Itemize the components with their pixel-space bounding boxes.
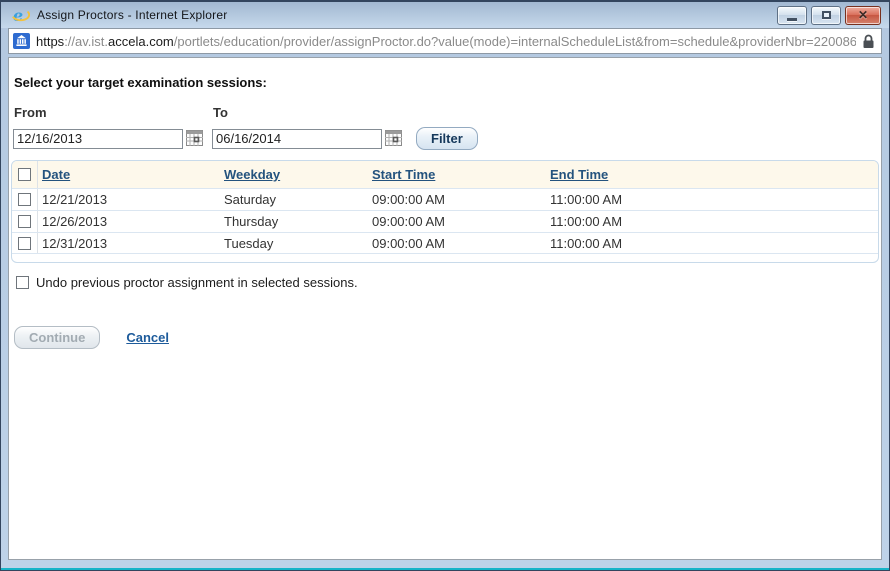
restore-button[interactable] (811, 6, 841, 25)
table-row: 12/26/2013 Thursday 09:00:00 AM 11:00:00… (12, 210, 878, 232)
column-header-start-time[interactable]: Start Time (372, 167, 435, 182)
cell-end-time: 11:00:00 AM (546, 214, 878, 229)
url-scheme: https (36, 34, 64, 49)
column-header-end-time[interactable]: End Time (550, 167, 608, 182)
window-title: Assign Proctors - Internet Explorer (37, 8, 227, 22)
filter-button[interactable]: Filter (416, 127, 478, 150)
browser-popup-window: e Assign Proctors - Internet Explorer ✕ … (0, 0, 890, 571)
to-date-input[interactable] (212, 129, 382, 149)
address-bar-row: https://av.ist.accela.com/portlets/educa… (8, 28, 882, 54)
row-checkbox[interactable] (18, 237, 31, 250)
table-header-row: Date Weekday Start Time End Time (12, 161, 878, 188)
row-checkbox[interactable] (18, 215, 31, 228)
url-subdomain: ://av.ist. (64, 34, 108, 49)
window-bottom-edge (1, 568, 889, 570)
from-date-input[interactable] (13, 129, 183, 149)
action-buttons-row: Continue Cancel (14, 326, 881, 349)
cell-weekday: Saturday (220, 192, 368, 207)
page-content: Select your target examination sessions:… (8, 57, 882, 560)
window-controls: ✕ (777, 6, 883, 25)
cell-start-time: 09:00:00 AM (368, 236, 546, 251)
sessions-table: Date Weekday Start Time End Time 12/21/2… (11, 160, 879, 263)
close-button[interactable]: ✕ (845, 6, 881, 25)
cell-date: 12/26/2013 (38, 214, 220, 229)
accela-site-icon (13, 33, 30, 49)
column-header-weekday[interactable]: Weekday (224, 167, 280, 182)
date-filter-labels: From To (14, 105, 881, 120)
internet-explorer-icon: e (11, 6, 30, 25)
from-calendar-icon[interactable] (186, 130, 203, 147)
minimize-button[interactable] (777, 6, 807, 25)
table-row: 12/21/2013 Saturday 09:00:00 AM 11:00:00… (12, 188, 878, 210)
row-checkbox[interactable] (18, 193, 31, 206)
cell-weekday: Thursday (220, 214, 368, 229)
to-calendar-icon[interactable] (385, 130, 402, 147)
url-path: /portlets/education/provider/assignProct… (174, 34, 856, 49)
restore-icon (822, 11, 831, 19)
cell-date: 12/21/2013 (38, 192, 220, 207)
column-header-date[interactable]: Date (42, 167, 70, 182)
cell-start-time: 09:00:00 AM (368, 192, 546, 207)
to-label: To (213, 105, 228, 120)
title-bar[interactable]: e Assign Proctors - Internet Explorer ✕ (1, 2, 889, 28)
url-domain: accela.com (108, 34, 174, 49)
address-bar[interactable]: https://av.ist.accela.com/portlets/educa… (8, 28, 882, 54)
cell-end-time: 11:00:00 AM (546, 236, 878, 251)
cell-start-time: 09:00:00 AM (368, 214, 546, 229)
page-heading: Select your target examination sessions: (14, 75, 881, 90)
url-text: https://av.ist.accela.com/portlets/educa… (36, 34, 856, 49)
from-label: From (14, 105, 213, 120)
minimize-icon (787, 18, 797, 21)
date-filter-row: Filter (13, 127, 881, 150)
lock-icon (862, 34, 875, 49)
continue-button[interactable]: Continue (14, 326, 100, 349)
table-row: 12/31/2013 Tuesday 09:00:00 AM 11:00:00 … (12, 232, 878, 254)
close-icon: ✕ (858, 9, 868, 21)
undo-checkbox-label: Undo previous proctor assignment in sele… (36, 275, 358, 290)
undo-option-row: Undo previous proctor assignment in sele… (16, 275, 881, 290)
cancel-link[interactable]: Cancel (126, 330, 169, 345)
select-all-checkbox[interactable] (18, 168, 31, 181)
svg-text:e: e (13, 6, 23, 25)
cell-date: 12/31/2013 (38, 236, 220, 251)
undo-checkbox[interactable] (16, 276, 29, 289)
cell-end-time: 11:00:00 AM (546, 192, 878, 207)
cell-weekday: Tuesday (220, 236, 368, 251)
